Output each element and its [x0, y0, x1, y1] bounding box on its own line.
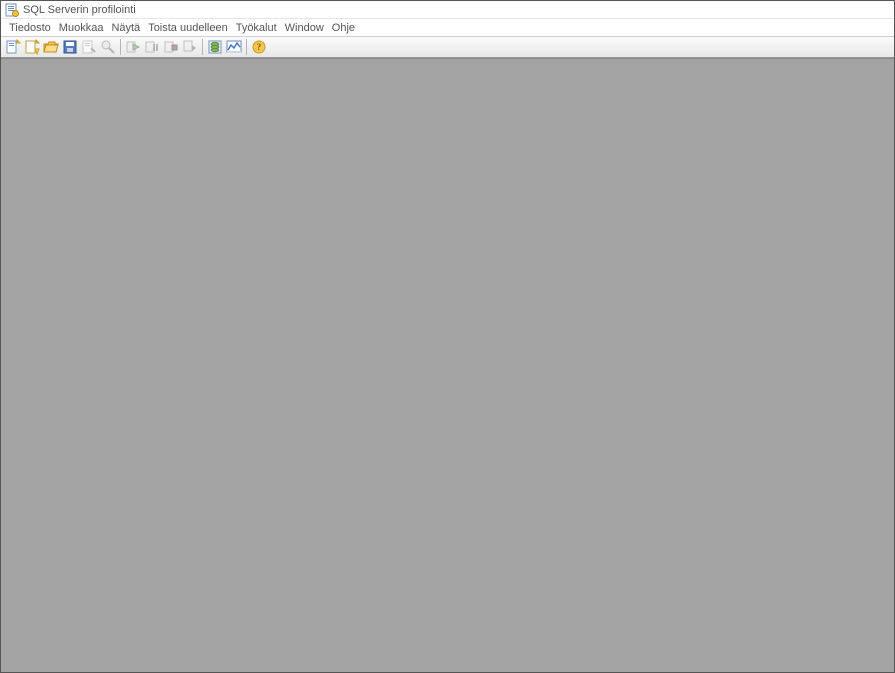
run-button [124, 38, 142, 56]
app-icon [5, 3, 19, 17]
new-file-icon [24, 39, 40, 55]
new-trace-icon [5, 39, 21, 55]
new-template-button[interactable] [23, 38, 41, 56]
mdi-client-area [1, 58, 894, 672]
stop-icon [163, 39, 179, 55]
toolbar: ? [1, 36, 894, 58]
menubar: Tiedosto Muokkaa Näytä Toista uudelleen … [1, 19, 894, 36]
toolbar-separator [246, 39, 247, 55]
menu-tools[interactable]: Työkalut [232, 21, 281, 35]
menu-file[interactable]: Tiedosto [5, 21, 55, 35]
pause-icon [144, 39, 160, 55]
help-button[interactable]: ? [250, 38, 268, 56]
svg-text:?: ? [257, 42, 262, 52]
stop-button [162, 38, 180, 56]
open-folder-icon [43, 39, 59, 55]
tuning-advisor-icon [207, 39, 223, 55]
open-button[interactable] [42, 38, 60, 56]
find-button [99, 38, 117, 56]
menu-replay[interactable]: Toista uudelleen [144, 21, 232, 35]
menu-window[interactable]: Window [281, 21, 328, 35]
properties-button [80, 38, 98, 56]
find-icon [100, 39, 116, 55]
toolbar-separator [202, 39, 203, 55]
autoscroll-button [181, 38, 199, 56]
titlebar: SQL Serverin profilointi [1, 1, 894, 19]
menu-help[interactable]: Ohje [328, 21, 359, 35]
help-icon: ? [251, 39, 267, 55]
activity-monitor-icon [226, 39, 242, 55]
activity-monitor-button[interactable] [225, 38, 243, 56]
properties-icon [81, 39, 97, 55]
tuning-advisor-button[interactable] [206, 38, 224, 56]
menu-view[interactable]: Näytä [107, 21, 144, 35]
new-trace-button[interactable] [4, 38, 22, 56]
toolbar-separator [120, 39, 121, 55]
pause-button [143, 38, 161, 56]
window-title: SQL Serverin profilointi [23, 4, 136, 16]
run-icon [125, 39, 141, 55]
menu-edit[interactable]: Muokkaa [55, 21, 108, 35]
main-window: SQL Serverin profilointi Tiedosto Muokka… [1, 1, 894, 672]
save-button[interactable] [61, 38, 79, 56]
autoscroll-icon [182, 39, 198, 55]
save-icon [62, 39, 78, 55]
